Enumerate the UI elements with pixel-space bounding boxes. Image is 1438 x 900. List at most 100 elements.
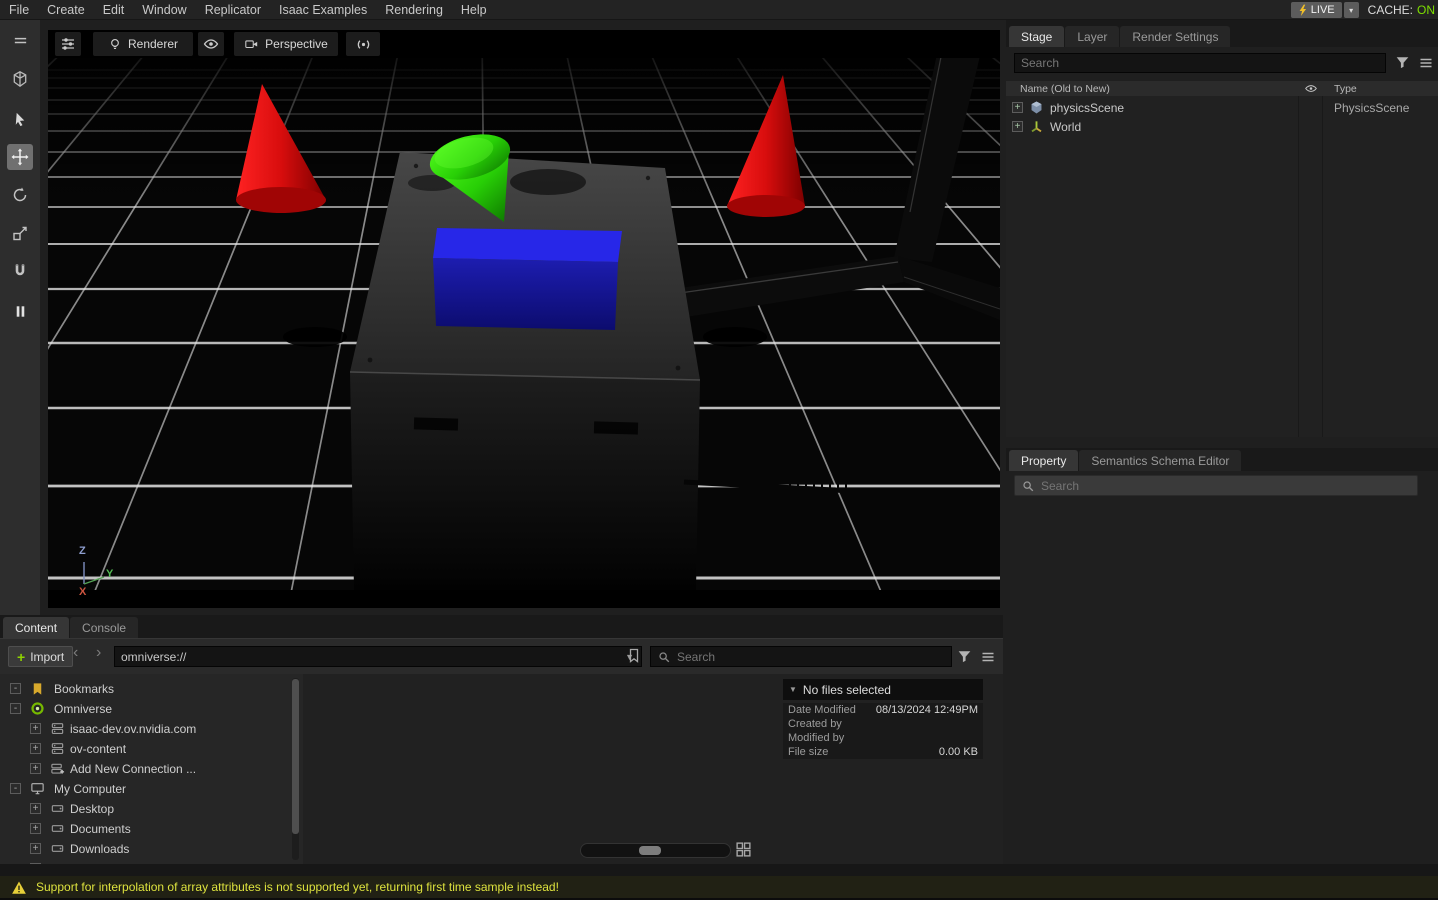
- expand-icon[interactable]: +: [30, 763, 41, 774]
- menu-item-replicator[interactable]: Replicator: [205, 3, 261, 17]
- live-label: LIVE: [1311, 4, 1335, 16]
- stage-options-button[interactable]: [1418, 55, 1434, 71]
- expand-icon[interactable]: +: [30, 723, 41, 734]
- import-button[interactable]: + Import: [8, 646, 73, 667]
- view-toggle-button[interactable]: [735, 841, 752, 858]
- search-icon: [1021, 479, 1035, 493]
- expand-icon[interactable]: +: [30, 803, 41, 814]
- content-search-input[interactable]: [677, 650, 945, 664]
- tab-layer[interactable]: Layer: [1065, 26, 1119, 47]
- expand-icon[interactable]: +: [30, 843, 41, 854]
- tree-item-server[interactable]: + ov-content: [0, 739, 303, 759]
- content-search[interactable]: [650, 646, 952, 667]
- scrollbar-thumb[interactable]: [292, 679, 299, 834]
- pause-button[interactable]: [7, 298, 33, 324]
- table-box[interactable]: [350, 152, 700, 590]
- xform-axis-icon: [1029, 119, 1045, 135]
- visibility-eye-icon: [203, 36, 219, 52]
- audio-emitter-button[interactable]: [346, 32, 380, 56]
- tree-item-server[interactable]: + isaac-dev.ov.nvidia.com: [0, 719, 303, 739]
- tree-item-desktop[interactable]: + Desktop: [0, 799, 303, 819]
- expand-icon[interactable]: +: [30, 743, 41, 754]
- tab-semantics-schema-editor[interactable]: Semantics Schema Editor: [1079, 450, 1241, 471]
- forward-button[interactable]: ›: [96, 644, 101, 662]
- move-tool-icon: [11, 148, 29, 166]
- tree-item-add-connection[interactable]: + Add New Connection ...: [0, 759, 303, 779]
- tree-item-downloads[interactable]: + Downloads: [0, 839, 303, 859]
- tree-item-my-computer[interactable]: - My Computer: [0, 779, 303, 799]
- scale-tool-button[interactable]: [7, 220, 33, 246]
- status-message: Support for interpolation of array attri…: [36, 880, 559, 894]
- content-filter-button[interactable]: [956, 648, 973, 665]
- expand-icon[interactable]: +: [1012, 102, 1023, 113]
- thumbnail-size-slider[interactable]: [580, 843, 731, 858]
- tree-item-omniverse[interactable]: - Omniverse: [0, 699, 303, 719]
- property-search[interactable]: [1014, 475, 1418, 496]
- column-type-label[interactable]: Type: [1334, 83, 1357, 95]
- file-grid-area[interactable]: [303, 674, 781, 864]
- collapse-icon[interactable]: -: [10, 703, 21, 714]
- tree-item-documents[interactable]: + Documents: [0, 819, 303, 839]
- live-button[interactable]: LIVE: [1291, 2, 1342, 18]
- content-tabbar: Content Console: [0, 615, 1003, 638]
- axis-gizmo: Z Y X: [72, 548, 142, 606]
- menu-icon: [12, 33, 29, 50]
- menu-item-isaac-examples[interactable]: Isaac Examples: [279, 3, 367, 17]
- camera-label: Perspective: [265, 37, 328, 51]
- path-input[interactable]: [115, 647, 625, 666]
- stage-row[interactable]: + World: [1006, 117, 1438, 136]
- server-icon: [50, 721, 66, 737]
- stage-search-input[interactable]: [1014, 53, 1386, 73]
- status-bar: Support for interpolation of array attri…: [0, 876, 1438, 898]
- camera-selector[interactable]: Perspective: [234, 32, 338, 56]
- bookmark-button[interactable]: [626, 647, 642, 664]
- slider-thumb[interactable]: [639, 846, 661, 855]
- lightning-icon: [1298, 4, 1307, 17]
- tab-console[interactable]: Console: [70, 617, 138, 638]
- prim-name: physicsScene: [1050, 101, 1124, 115]
- select-tool-button[interactable]: [7, 106, 33, 132]
- column-name-label[interactable]: Name (Old to New): [1020, 83, 1110, 95]
- menu-item-file[interactable]: File: [9, 3, 29, 17]
- back-button[interactable]: ‹: [73, 644, 78, 662]
- bottom-strip: [0, 864, 1438, 876]
- tab-stage[interactable]: Stage: [1009, 26, 1064, 47]
- property-search-input[interactable]: [1041, 479, 1411, 493]
- path-bar[interactable]: ▼: [114, 646, 642, 667]
- tab-render-settings[interactable]: Render Settings: [1120, 26, 1230, 47]
- viewport-scene[interactable]: [48, 30, 1000, 608]
- content-options-button[interactable]: [980, 649, 996, 665]
- live-caret-button[interactable]: ▾: [1344, 2, 1359, 18]
- collapse-icon[interactable]: -: [10, 683, 21, 694]
- viewport[interactable]: Renderer Perspective Z Y X: [48, 30, 1000, 608]
- menu-item-window[interactable]: Window: [142, 3, 186, 17]
- renderer-selector[interactable]: Renderer: [93, 32, 193, 56]
- stage-filter-button[interactable]: [1394, 54, 1411, 71]
- snap-tool-button[interactable]: [7, 258, 33, 284]
- menu-item-rendering[interactable]: Rendering: [385, 3, 443, 17]
- viewport-settings-button[interactable]: [55, 32, 81, 56]
- tab-content[interactable]: Content: [3, 617, 69, 638]
- plus-icon: +: [17, 650, 25, 664]
- cube-tool-icon: [11, 70, 29, 88]
- collapse-icon[interactable]: -: [10, 783, 21, 794]
- menubar: File Create Edit Window Replicator Isaac…: [0, 0, 1438, 20]
- toolbar-menu-button[interactable]: [7, 28, 33, 54]
- menu-item-create[interactable]: Create: [47, 3, 85, 17]
- details-header[interactable]: ▼ No files selected: [783, 679, 983, 700]
- tab-property[interactable]: Property: [1009, 450, 1078, 471]
- eye-column-icon[interactable]: [1304, 82, 1318, 95]
- menu-item-edit[interactable]: Edit: [103, 3, 125, 17]
- expand-icon[interactable]: +: [1012, 121, 1023, 132]
- rotate-tool-button[interactable]: [7, 182, 33, 208]
- stage-row[interactable]: + physicsScene PhysicsScene: [1006, 98, 1438, 117]
- tree-item-bookmarks[interactable]: - Bookmarks: [0, 679, 303, 699]
- move-tool-button[interactable]: [7, 144, 33, 170]
- visibility-button[interactable]: [198, 32, 224, 56]
- scrollbar-track[interactable]: [292, 678, 299, 860]
- prim-cube-icon: [1029, 100, 1045, 116]
- blue-box[interactable]: [433, 228, 622, 330]
- expand-icon[interactable]: +: [30, 823, 41, 834]
- navigation-cube-button[interactable]: [7, 66, 33, 92]
- menu-item-help[interactable]: Help: [461, 3, 487, 17]
